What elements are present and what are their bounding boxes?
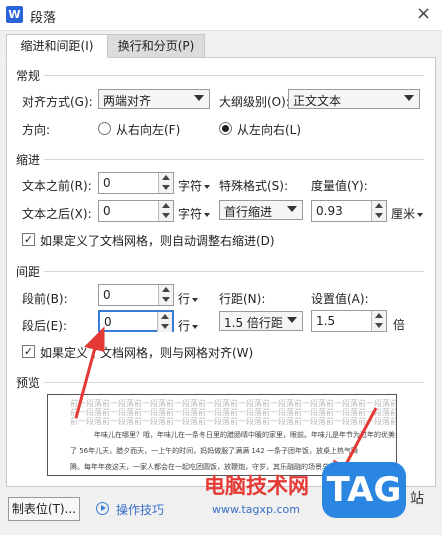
watermark-tail: 站 <box>410 491 424 507</box>
watermark-brand: 电脑技术网 <box>204 474 309 498</box>
annotation-arrows <box>74 326 378 485</box>
watermark-logo: TAG <box>322 462 406 518</box>
watermark-url: www.tagxp.com <box>212 503 300 516</box>
tab-indent-spacing[interactable]: 缩进和间距(I) <box>6 34 108 58</box>
red-arrow-to-space-after <box>74 326 105 419</box>
